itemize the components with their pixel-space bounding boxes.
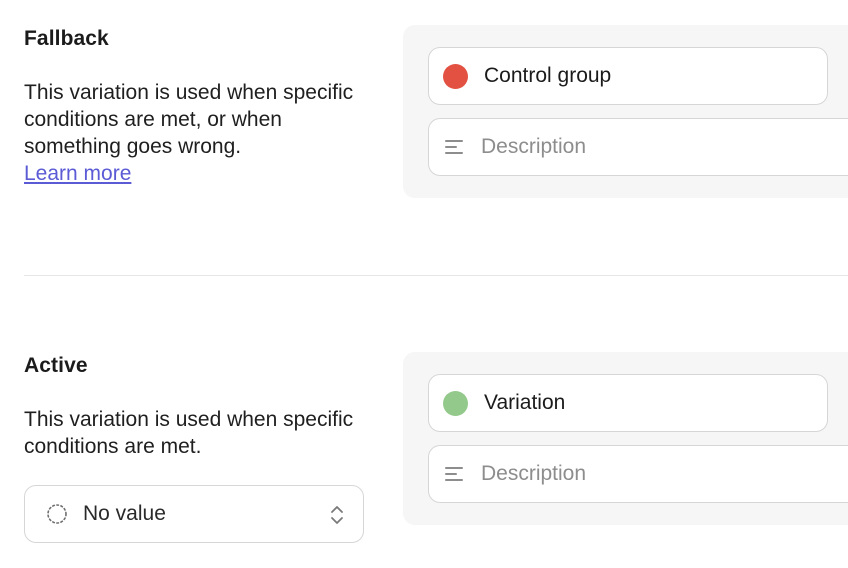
active-name-value: Variation xyxy=(484,391,566,414)
learn-more-link[interactable]: Learn more xyxy=(24,162,131,185)
text-lines-icon xyxy=(445,140,463,154)
active-description-placeholder: Description xyxy=(481,462,587,485)
text-lines-icon xyxy=(445,467,463,481)
fallback-description: This variation is used when specific con… xyxy=(24,81,354,158)
fallback-section: Fallback This variation is used when spe… xyxy=(0,0,848,275)
active-section: Active This variation is used when speci… xyxy=(0,276,848,568)
fallback-description-field[interactable]: Description xyxy=(428,118,848,176)
fallback-description-block: This variation is used when specific con… xyxy=(24,79,364,187)
fallback-title: Fallback xyxy=(24,27,109,50)
active-description: This variation is used when specific con… xyxy=(24,408,354,458)
active-name-field[interactable]: Variation xyxy=(428,374,828,432)
active-title: Active xyxy=(24,354,88,377)
active-description-field[interactable]: Description xyxy=(428,445,848,503)
color-dot-icon[interactable] xyxy=(443,390,468,416)
dotted-circle-icon xyxy=(47,504,67,524)
active-variation-panel: Variation Description xyxy=(403,352,848,525)
fallback-name-field[interactable]: Control group xyxy=(428,47,828,105)
fallback-name-value: Control group xyxy=(484,64,612,87)
select-value: No value xyxy=(83,502,166,525)
active-status-select[interactable]: No value xyxy=(24,485,364,543)
chevron-up-down-icon xyxy=(331,506,343,524)
fallback-variation-panel: Control group Description xyxy=(403,25,848,198)
fallback-description-placeholder: Description xyxy=(481,135,587,158)
color-dot-icon[interactable] xyxy=(443,63,468,89)
